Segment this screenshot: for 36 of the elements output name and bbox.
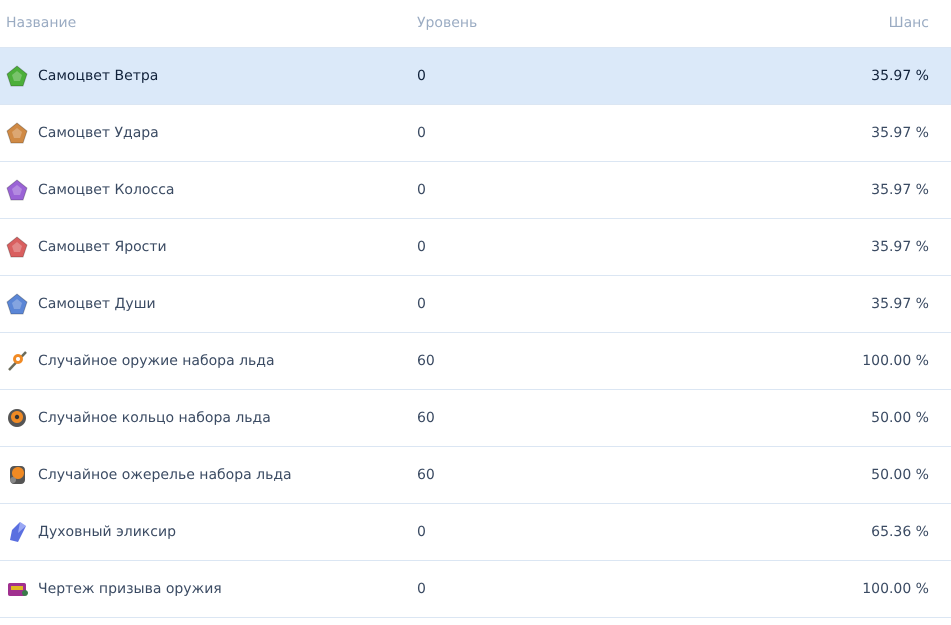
- item-name: Духовный эликсир: [38, 522, 176, 542]
- chance-value: 35.97 %: [871, 294, 929, 314]
- chance-value: 35.97 %: [871, 238, 929, 256]
- item-name: Самоцвет Ярости: [38, 238, 167, 256]
- chance-value: 100.00 %: [862, 352, 929, 370]
- level-value: 0: [417, 180, 426, 200]
- chance-value: 35.97 %: [871, 180, 929, 200]
- column-header: Уровень: [417, 14, 478, 33]
- item-name: Самоцвет Колосса: [38, 180, 174, 200]
- table-row[interactable]: Самоцвет Ветра 0 35.97 %: [0, 48, 951, 105]
- item-name: Самоцвет Ветра: [38, 66, 158, 86]
- level-value: 0: [417, 66, 426, 86]
- chance-value: 100.00 %: [862, 580, 929, 598]
- item-name: Случайное ожерелье набора льда: [38, 466, 292, 484]
- item-name: Самоцвет Души: [38, 294, 156, 314]
- level-value: 60: [417, 352, 435, 370]
- level-value: 0: [417, 522, 426, 542]
- item-name: Чертеж призыва оружия: [38, 580, 222, 598]
- chance-value: 50.00 %: [871, 466, 929, 484]
- level-value: 0: [417, 238, 426, 256]
- sword-icon: [6, 350, 28, 372]
- ring-icon: [6, 407, 28, 429]
- level-value: 0: [417, 124, 426, 142]
- item-name: Случайное оружие набора льда: [38, 352, 275, 370]
- level-value: 0: [417, 294, 426, 314]
- level-value: 60: [417, 408, 435, 428]
- level-value: 0: [417, 580, 426, 598]
- level-value: 60: [417, 466, 435, 484]
- chance-value: 65.36 %: [871, 522, 929, 542]
- item-name: Самоцвет Удара: [38, 124, 159, 142]
- chance-value: 35.97 %: [871, 66, 929, 86]
- column-header: Шанс: [888, 14, 929, 33]
- column-header: Название: [6, 14, 78, 33]
- item-name: Случайное кольцо набора льда: [38, 408, 271, 428]
- chance-value: 50.00 %: [871, 408, 929, 428]
- chance-value: 35.97 %: [871, 124, 929, 142]
